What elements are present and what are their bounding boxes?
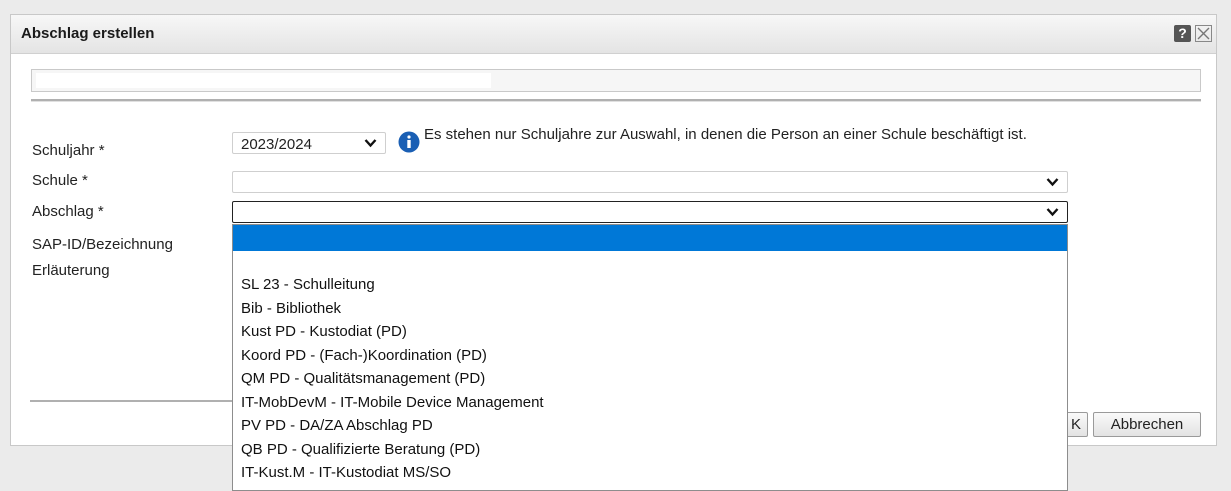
schule-label: Schule * bbox=[32, 172, 88, 189]
header-separator bbox=[31, 99, 1201, 102]
dropdown-option[interactable] bbox=[233, 251, 1067, 273]
schuljahr-select[interactable]: 2023/2024 bbox=[232, 132, 386, 154]
schuljahr-label: Schuljahr * bbox=[32, 142, 105, 159]
schule-select[interactable] bbox=[232, 171, 1068, 193]
sap-id-label: SAP-ID/Bezeichnung bbox=[32, 236, 173, 253]
info-icon bbox=[398, 131, 420, 153]
person-header-bar bbox=[31, 69, 1201, 92]
schuljahr-value: 2023/2024 bbox=[241, 136, 312, 153]
dropdown-option[interactable]: SL 23 - Schulleitung bbox=[233, 273, 1067, 297]
cancel-button[interactable]: Abbrechen bbox=[1093, 412, 1201, 437]
erlaeuterung-label: Erläuterung bbox=[32, 262, 110, 279]
dialog-title: Abschlag erstellen bbox=[21, 25, 155, 42]
chevron-down-icon bbox=[1046, 178, 1059, 187]
schuljahr-info-text: Es stehen nur Schuljahre zur Auswahl, in… bbox=[424, 126, 1027, 143]
dropdown-option[interactable]: Bib - Bibliothek bbox=[233, 297, 1067, 321]
abschlag-label: Abschlag * bbox=[32, 203, 104, 220]
dropdown-option[interactable]: IT-MobDevM - IT-Mobile Device Management bbox=[233, 391, 1067, 415]
abschlag-dropdown-list[interactable]: SL 23 - Schulleitung Bib - Bibliothek Ku… bbox=[232, 224, 1068, 491]
abschlag-select[interactable] bbox=[232, 201, 1068, 223]
dropdown-option[interactable]: Kust PD - Kustodiat (PD) bbox=[233, 320, 1067, 344]
dialog-titlebar: Abschlag erstellen ? bbox=[11, 15, 1216, 54]
dropdown-option[interactable]: QM PD - Qualitätsmanagement (PD) bbox=[233, 367, 1067, 391]
close-icon[interactable] bbox=[1195, 25, 1212, 42]
chevron-down-icon bbox=[364, 139, 377, 148]
dropdown-option[interactable]: QB PD - Qualifizierte Beratung (PD) bbox=[233, 438, 1067, 462]
dropdown-option[interactable]: PV PD - DA/ZA Abschlag PD bbox=[233, 414, 1067, 438]
help-icon[interactable]: ? bbox=[1174, 25, 1191, 42]
dropdown-option[interactable]: IT-Kust.M - IT-Kustodiat MS/SO bbox=[233, 461, 1067, 485]
chevron-down-icon bbox=[1046, 208, 1059, 217]
person-header-field bbox=[36, 73, 491, 88]
dropdown-option[interactable] bbox=[233, 225, 1067, 251]
dropdown-option[interactable]: Koord PD - (Fach-)Koordination (PD) bbox=[233, 344, 1067, 368]
